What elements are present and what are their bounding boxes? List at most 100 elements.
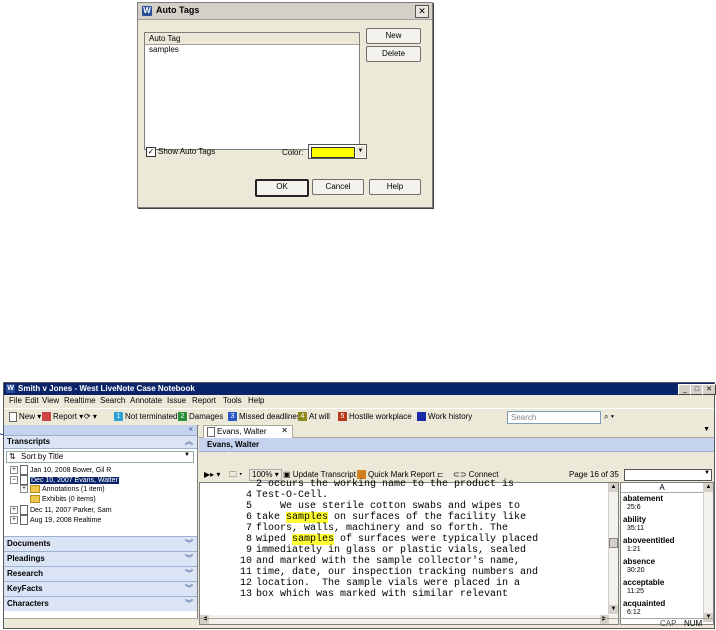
expand-icon[interactable]: +: [10, 506, 18, 514]
issue-label: Damages: [189, 412, 224, 421]
chevron-down-icon[interactable]: ▼: [704, 470, 710, 476]
tree-item[interactable]: Exhibits (0 items): [30, 495, 96, 503]
issue-button-3[interactable]: 3 Missed deadlines: [228, 411, 301, 423]
ok-button[interactable]: OK: [255, 179, 309, 197]
transcript-icon: [20, 465, 28, 475]
menu-edit[interactable]: Edit: [25, 396, 39, 405]
help-button[interactable]: Help: [369, 179, 421, 195]
tree-item-label: Dec 11, 2007 Parker, Sam: [30, 506, 112, 514]
expand-icon[interactable]: +: [10, 466, 18, 474]
menu-view[interactable]: View: [42, 396, 59, 405]
new-button[interactable]: New: [366, 28, 421, 44]
document-area: Evans, Walter ✕ ▼ Evans, Walter ▶▸ ▾ 🗀 ▾…: [199, 425, 714, 625]
sort-dropdown[interactable]: Sort by Title ⇅ ▼: [6, 451, 194, 463]
issue-button-1[interactable]: 1 Not terminated: [114, 411, 177, 423]
transcripts-header[interactable]: Transcripts ︽: [4, 436, 197, 449]
refresh-button[interactable]: ⟳ ▾: [84, 411, 97, 423]
auto-tag-highlight[interactable]: samples: [286, 512, 329, 523]
word-index-reference[interactable]: 25:6: [627, 504, 641, 511]
section-documents[interactable]: Documents ︾: [4, 536, 197, 551]
collapse-panel-icon[interactable]: «: [189, 424, 193, 433]
word-index-scrollbar[interactable]: ▲ ▼: [703, 483, 713, 622]
dialog-title-bar[interactable]: W Auto Tags ✕: [138, 3, 432, 20]
vertical-scrollbar[interactable]: ▲ ▼: [608, 483, 618, 614]
word-index-reference[interactable]: 11:25: [627, 588, 644, 595]
new-button[interactable]: New ▾: [9, 411, 41, 423]
word-index-entry[interactable]: ability: [623, 515, 646, 524]
tree-item-label: Aug 19, 2008 Realtime: [30, 516, 102, 524]
menu-file[interactable]: File: [9, 396, 22, 405]
auto-tag-list[interactable]: Auto Tag samples: [144, 32, 360, 150]
section-research[interactable]: Research ︾: [4, 566, 197, 581]
word-index-reference[interactable]: 6:12: [627, 609, 641, 616]
word-index-search[interactable]: ▼: [624, 469, 712, 481]
search-button[interactable]: ⌕ ▾: [604, 411, 614, 423]
line-text: time, date, our inspection tracking numb…: [256, 567, 539, 578]
word-index-entry[interactable]: acquainted: [623, 599, 665, 608]
transcript-view[interactable]: 2 occurs the working name to the product…: [199, 479, 619, 625]
word-index-entry[interactable]: abatement: [623, 494, 663, 503]
close-icon[interactable]: ✕: [415, 5, 429, 18]
expand-icon[interactable]: +: [20, 485, 28, 493]
tree-item-label: Dec 10, 2007 Evans, Walter: [30, 476, 119, 484]
menu-tools[interactable]: Tools: [223, 396, 242, 405]
tree-item-label: Jan 10, 2008 Bower, Gil R: [30, 466, 112, 474]
color-picker[interactable]: ▼: [308, 144, 367, 159]
tab-evans-walter[interactable]: Evans, Walter ✕: [203, 425, 293, 438]
scroll-thumb[interactable]: [609, 538, 618, 548]
word-index-entry[interactable]: aboveentitled: [623, 536, 675, 545]
menu-report[interactable]: Report: [192, 396, 216, 405]
scroll-up-icon[interactable]: ▲: [609, 483, 618, 492]
issue-label: Work history: [428, 412, 473, 421]
issue-label: Not terminated: [125, 412, 178, 421]
witness-name: Evans, Walter: [207, 440, 260, 449]
list-item[interactable]: samples: [149, 45, 179, 54]
tab-list-icon[interactable]: ▼: [703, 426, 710, 433]
report-icon: [42, 412, 51, 422]
close-tab-icon[interactable]: ✕: [281, 426, 288, 435]
menu-search[interactable]: Search: [100, 396, 125, 405]
line-number: 12: [239, 578, 252, 589]
tree-item[interactable]: + Jan 10, 2008 Bower, Gil R: [10, 465, 111, 475]
section-keyfacts[interactable]: KeyFacts ︾: [4, 581, 197, 596]
bookmark-button[interactable]: 🗀 ▾: [229, 469, 242, 481]
menu-help[interactable]: Help: [248, 396, 264, 405]
section-characters[interactable]: Characters ︾: [4, 596, 197, 611]
word-index-reference[interactable]: 30:20: [627, 567, 645, 574]
document-header: Evans, Walter: [199, 438, 714, 452]
expand-icon[interactable]: +: [10, 516, 18, 524]
word-index-entry[interactable]: acceptable: [623, 578, 664, 587]
tree-item[interactable]: + Aug 19, 2008 Realtime: [10, 515, 101, 525]
menu-issue[interactable]: Issue: [167, 396, 186, 405]
menu-realtime[interactable]: Realtime: [64, 396, 96, 405]
new-label: New: [19, 412, 36, 421]
report-button[interactable]: Report ▾: [42, 411, 83, 423]
menu-annotate[interactable]: Annotate: [130, 396, 162, 405]
issue-button-5[interactable]: 5 Hostile workplace: [338, 411, 412, 423]
word-index-reference[interactable]: 1:21: [627, 546, 641, 553]
scroll-down-icon[interactable]: ▼: [609, 605, 618, 614]
search-input[interactable]: Search: [507, 411, 601, 424]
window-title-bar[interactable]: W Smith v Jones - West LiveNote Case Not…: [4, 383, 716, 395]
navigate-icon: ▶▸: [204, 470, 215, 479]
scroll-up-icon[interactable]: ▲: [704, 483, 713, 492]
tree-item-selected[interactable]: − Dec 10, 2007 Evans, Walter: [10, 475, 119, 485]
chevron-down-icon[interactable]: ▼: [356, 146, 365, 157]
close-icon[interactable]: ✕: [702, 384, 716, 395]
issue-button-2[interactable]: 2 Damages: [178, 411, 223, 423]
line-text: immediately in glass or plastic vials, s…: [256, 545, 527, 556]
issue-button-6[interactable]: Work history: [417, 411, 472, 423]
delete-button[interactable]: Delete: [366, 46, 421, 62]
section-pleadings[interactable]: Pleadings ︾: [4, 551, 197, 566]
tree-item[interactable]: + Annotations (1 item): [20, 485, 105, 493]
tree-item[interactable]: + Dec 11, 2007 Parker, Sam: [10, 505, 112, 515]
word-index-entry[interactable]: absence: [623, 557, 655, 566]
cancel-button[interactable]: Cancel: [312, 179, 364, 195]
issue-button-4[interactable]: 4 At will: [298, 411, 330, 423]
auto-tag-highlight[interactable]: samples: [292, 534, 335, 545]
word-index-reference[interactable]: 35:11: [627, 525, 644, 532]
show-auto-tags-checkbox[interactable]: ✓: [146, 147, 156, 157]
line-text: and marked with the sample collector's n…: [256, 556, 521, 567]
navigate-button[interactable]: ▶▸ ▾: [204, 469, 220, 481]
collapse-icon[interactable]: −: [10, 476, 18, 484]
